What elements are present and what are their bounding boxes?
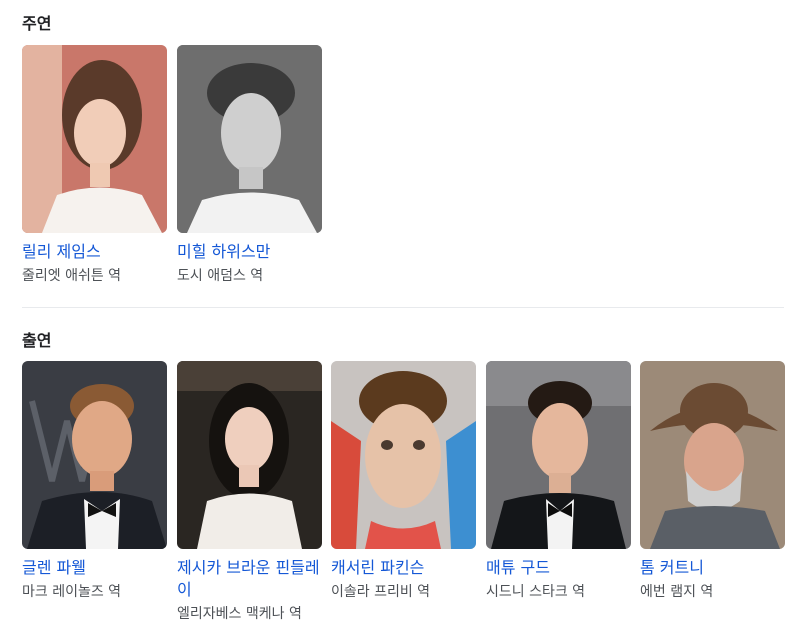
role-name: 엘리자베스 맥케나 역	[177, 606, 302, 622]
cast-card-matthew-goode[interactable]: 매튜 구드 시드니 스타크 역	[486, 361, 631, 602]
actor-photo[interactable]	[22, 45, 167, 233]
section-title-main-cast: 주연	[22, 14, 52, 33]
actor-name[interactable]: 미힐 하위스만	[177, 241, 322, 263]
section-divider	[22, 307, 784, 308]
cast-card-lily-james[interactable]: 릴리 제임스 줄리엣 애쉬튼 역	[22, 45, 167, 286]
actor-name[interactable]: 캐서린 파킨슨	[331, 557, 476, 579]
role-name: 이솔라 프리비 역	[331, 584, 431, 600]
cast-card-michiel-huisman[interactable]: 미힐 하위스만 도시 애덤스 역	[177, 45, 322, 286]
actor-name[interactable]: 톰 커트니	[640, 557, 785, 579]
actor-name[interactable]: 제시카 브라운 핀들레이	[177, 557, 322, 601]
role-name: 시드니 스타크 역	[486, 584, 586, 600]
role-name: 줄리엣 애쉬튼 역	[22, 268, 122, 284]
section-title-supporting-cast: 출연	[22, 331, 52, 350]
cast-card-katherine-parkinson[interactable]: 캐서린 파킨슨 이솔라 프리비 역	[331, 361, 476, 602]
actor-name[interactable]: 글렌 파웰	[22, 557, 167, 579]
actor-photo[interactable]	[486, 361, 631, 549]
actor-photo[interactable]	[177, 361, 322, 549]
actor-name[interactable]: 릴리 제임스	[22, 241, 167, 263]
cast-card-glen-powell[interactable]: 글렌 파웰 마크 레이놀즈 역	[22, 361, 167, 602]
cast-card-jessica-brown-findlay[interactable]: 제시카 브라운 핀들레이 엘리자베스 맥케나 역	[177, 361, 322, 624]
cast-card-tom-courtenay[interactable]: 톰 커트니 에번 램지 역	[640, 361, 785, 602]
actor-photo[interactable]	[177, 45, 322, 233]
actor-photo[interactable]	[331, 361, 476, 549]
actor-photo[interactable]	[22, 361, 167, 549]
role-name: 에번 램지 역	[640, 584, 714, 600]
role-name: 마크 레이놀즈 역	[22, 584, 122, 600]
actor-photo[interactable]	[640, 361, 785, 549]
actor-name[interactable]: 매튜 구드	[486, 557, 631, 579]
role-name: 도시 애덤스 역	[177, 268, 264, 284]
